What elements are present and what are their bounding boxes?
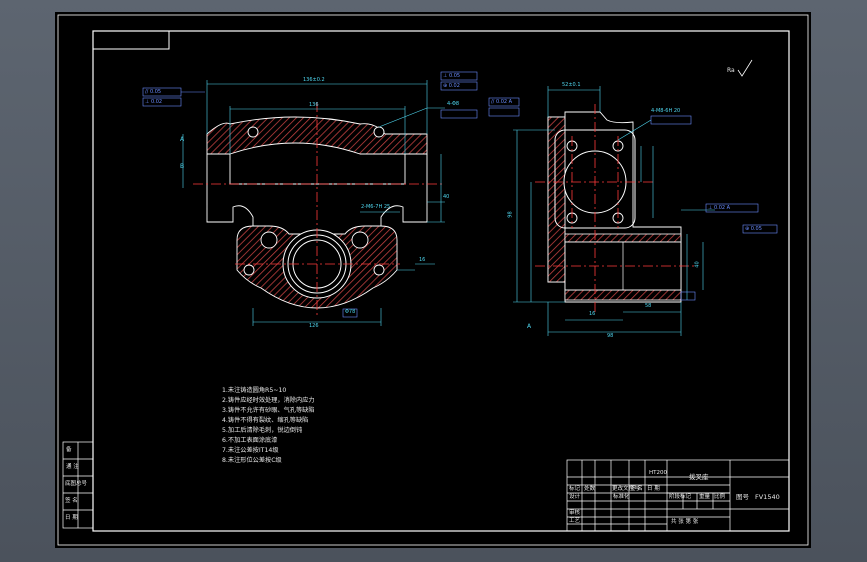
front-hole-spec: 4-Φ8 — [447, 101, 460, 107]
side-fcf-top: // 0.02 A — [491, 99, 513, 105]
note-7: 7.未注公差按IT14级 — [222, 447, 279, 454]
side-bottom-dim-a: 16 — [589, 311, 596, 317]
strip-cell-2: 通 注 — [66, 464, 79, 470]
title-role-approve: 工艺 — [569, 518, 581, 524]
side-fcf-right-1: ⊥ 0.02 A — [708, 205, 731, 211]
title-weight: 重量 — [699, 494, 711, 500]
title-row-mark: 标记 — [569, 486, 581, 492]
side-shaft-top — [564, 233, 682, 243]
title-drawing-no: 图号 — [736, 493, 749, 501]
front-boss-hole-2 — [351, 231, 369, 249]
note-3: 3.铸件不允许有砂眼、气孔等缺陷 — [222, 407, 315, 414]
title-sheets: 共 张 第 张 — [671, 519, 699, 525]
roughness-symbol-icon — [737, 59, 753, 77]
title-stage: 阶段标记 — [669, 494, 692, 500]
note-1: 1.未注铸造圆角R5~10 — [222, 387, 287, 394]
front-boss-hole-4 — [373, 264, 385, 276]
title-role-check: 审核 — [569, 510, 581, 516]
note-2: 2.铸件应经时效处理，消除内应力 — [222, 397, 315, 404]
front-side-dim-a: 40 — [443, 194, 450, 200]
note-6: 6.不加工表面涂底漆 — [222, 437, 278, 444]
roughness-label: Ra — [727, 67, 735, 74]
drawing-canvas — [57, 14, 809, 546]
drawing-sheet: 136±0.2 136 126 Φ78 2-M6-7H 25 40 16 // … — [55, 12, 811, 548]
note-8: 8.未注形位公差按C级 — [222, 457, 282, 464]
strip-cell-3: 底图总号 — [65, 481, 88, 487]
front-boss-hole-1 — [260, 231, 278, 249]
side-view — [488, 86, 778, 336]
front-fcf-2: ⊥ 0.02 — [145, 99, 163, 105]
front-top-dimension: 136±0.2 — [303, 77, 325, 83]
side-left-wall — [547, 116, 566, 283]
title-row-sign: 签 名 — [630, 486, 643, 492]
title-row-date: 日 期 — [647, 486, 660, 492]
title-code: FV1540 — [755, 493, 780, 501]
front-view — [142, 71, 478, 326]
front-top-hole-left — [247, 126, 259, 138]
title-material: HT200 — [649, 470, 667, 476]
front-datum-b: B — [180, 163, 185, 170]
strip-cell-5: 日 期 — [65, 515, 78, 521]
title-scale: 比例 — [714, 494, 726, 500]
front-bore-dimension: Φ78 — [345, 309, 356, 315]
side-top-dimension: 52±0.1 — [562, 82, 581, 88]
front-fcf-3: ⊥ 0.05 — [443, 73, 461, 79]
title-row-count: 处数 — [584, 486, 596, 492]
side-bottom-dim-b: 58 — [645, 303, 652, 309]
title-role-design: 设计 — [569, 494, 581, 500]
front-top-hole-right — [373, 126, 385, 138]
side-length-dimension: 98 — [607, 333, 614, 339]
inner-frame — [92, 30, 790, 532]
front-depth-dimension: 2-M6-7H 25 — [361, 204, 391, 210]
front-boss-hole-3 — [243, 264, 255, 276]
strip-cell-1: 备 — [66, 447, 72, 453]
front-fcf-4: ⊕ 0.02 — [443, 83, 460, 89]
corner-box — [92, 30, 170, 50]
title-part-name: 拨叉座 — [689, 473, 709, 481]
cad-viewer: 136±0.2 136 126 Φ78 2-M6-7H 25 40 16 // … — [0, 0, 867, 562]
front-base-dimension: 126 — [309, 323, 319, 329]
side-hole-spec: 4-M8-6H 20 — [651, 108, 681, 114]
outer-frame — [57, 14, 809, 546]
side-fcf-right-2: ⊕ 0.05 — [745, 226, 762, 232]
front-width-dimension: 136 — [309, 102, 319, 108]
front-fcf-1: // 0.05 — [145, 89, 162, 95]
side-bottom-dim-c: 40 — [694, 261, 701, 268]
side-datum-a: A — [527, 323, 532, 330]
note-5: 5.加工后清除毛刺，锐边倒钝 — [222, 427, 303, 434]
side-height-dimension: 98 — [507, 211, 514, 218]
title-role-standard: 标准化 — [613, 494, 630, 500]
side-shaft-bottom — [564, 289, 682, 301]
note-4: 4.铸件不得有裂纹、缩孔等缺陷 — [222, 417, 309, 424]
strip-cell-4: 签 名 — [65, 498, 78, 504]
front-datum-a: A — [180, 136, 185, 143]
front-side-dim-b: 16 — [419, 257, 426, 263]
